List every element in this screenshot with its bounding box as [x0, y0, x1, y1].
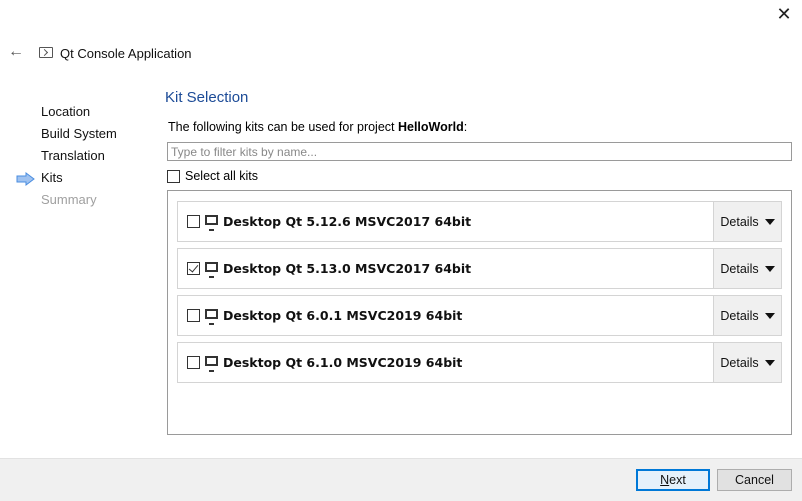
select-all-label[interactable]: Select all kits: [185, 169, 258, 183]
kit-row: Desktop Qt 6.1.0 MSVC2019 64bit Details: [177, 342, 782, 383]
step-label: Build System: [41, 126, 117, 141]
details-label: Details: [720, 214, 759, 229]
next-button[interactable]: Next: [636, 469, 710, 491]
monitor-icon: [205, 309, 218, 325]
step-label: Kits: [41, 170, 63, 185]
next-button-label: Next: [660, 473, 686, 487]
details-button[interactable]: Details: [713, 249, 781, 288]
terminal-icon: [39, 47, 53, 58]
monitor-icon: [205, 215, 218, 231]
select-all-checkbox[interactable]: [167, 169, 180, 183]
button-bar: Next Cancel: [0, 458, 802, 501]
description-suffix: :: [463, 120, 468, 134]
details-button[interactable]: Details: [713, 296, 781, 335]
step-location: Location: [0, 103, 150, 125]
kit-checkbox[interactable]: [187, 262, 200, 275]
kit-checkbox[interactable]: [187, 356, 200, 369]
project-name: HelloWorld: [397, 120, 464, 134]
kit-name: Desktop Qt 6.0.1 MSVC2019 64bit: [223, 308, 463, 323]
wizard-steps: Location Build System Translation Kits S…: [0, 103, 150, 213]
cancel-button-label: Cancel: [735, 473, 774, 487]
back-arrow-icon[interactable]: ←: [8, 44, 24, 60]
kit-row: Desktop Qt 5.13.0 MSVC2017 64bit Details: [177, 248, 782, 289]
kit-filter-input[interactable]: [167, 142, 792, 161]
kit-name: Desktop Qt 5.13.0 MSVC2017 64bit: [223, 261, 472, 276]
kit-checkbox[interactable]: [187, 309, 200, 322]
step-label: Translation: [41, 148, 105, 163]
monitor-icon: [205, 356, 218, 372]
kit-row: Desktop Qt 5.12.6 MSVC2017 64bit Details: [177, 201, 782, 242]
details-label: Details: [720, 355, 759, 370]
details-label: Details: [720, 261, 759, 276]
page-description: The following kits can be used for proje…: [168, 120, 467, 134]
caret-down-icon: [764, 359, 775, 366]
caret-down-icon: [764, 218, 775, 225]
kit-list: Desktop Qt 5.12.6 MSVC2017 64bit Details…: [167, 190, 792, 435]
kit-name: Desktop Qt 5.12.6 MSVC2017 64bit: [223, 214, 472, 229]
step-label: Summary: [41, 192, 97, 207]
kit-name: Desktop Qt 6.1.0 MSVC2019 64bit: [223, 355, 463, 370]
details-label: Details: [720, 308, 759, 323]
details-button[interactable]: Details: [713, 343, 781, 382]
monitor-icon: [205, 262, 218, 278]
caret-down-icon: [764, 312, 775, 319]
step-summary: Summary: [0, 191, 150, 213]
kit-checkbox[interactable]: [187, 215, 200, 228]
step-translation: Translation: [0, 147, 150, 169]
right-arrow-icon: [16, 172, 35, 186]
cancel-button[interactable]: Cancel: [717, 469, 792, 491]
close-icon[interactable]: ✕: [776, 5, 792, 23]
step-kits: Kits: [0, 169, 150, 191]
select-all-kits[interactable]: Select all kits: [167, 168, 258, 184]
details-button[interactable]: Details: [713, 202, 781, 241]
caret-down-icon: [764, 265, 775, 272]
page-heading: Kit Selection: [165, 89, 249, 106]
window-title: Qt Console Application: [60, 46, 192, 61]
step-label: Location: [41, 104, 91, 119]
description-text: The following kits can be used for proje…: [168, 120, 398, 134]
step-build-system: Build System: [0, 125, 150, 147]
kit-row: Desktop Qt 6.0.1 MSVC2019 64bit Details: [177, 295, 782, 336]
